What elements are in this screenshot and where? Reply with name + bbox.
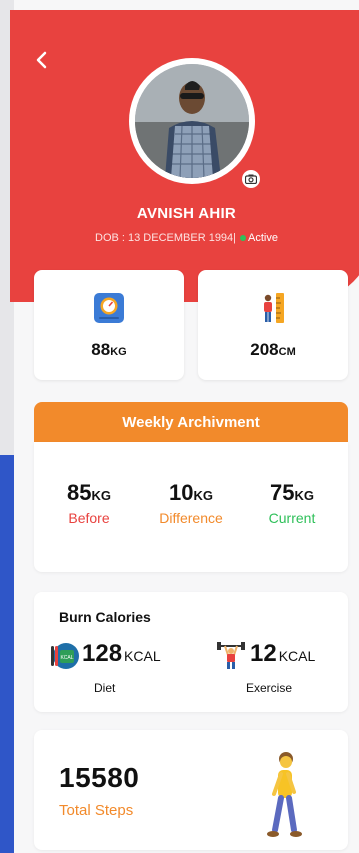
before-label: Before xyxy=(68,510,110,526)
profile-name: AVNISH AHIR xyxy=(136,205,237,222)
diet-calories-value: 128 KCAL xyxy=(82,640,161,667)
side-accent-stripe xyxy=(0,455,14,853)
current-stat: 75KG Current xyxy=(242,480,342,526)
profile-dob-line: DOB : 13 DECEMBER 1994| Active xyxy=(14,232,359,244)
height-value: 208CM xyxy=(250,340,296,359)
dob-text: DOB : 13 DECEMBER 1994 xyxy=(95,232,234,244)
before-stat: 85KG Before xyxy=(39,480,139,526)
diet-food-icon: KCAL xyxy=(51,643,79,669)
walking-person-icon xyxy=(267,752,302,837)
current-label: Current xyxy=(268,510,316,526)
height-card[interactable]: 208CM xyxy=(198,270,348,380)
svg-text:KCAL: KCAL xyxy=(60,655,73,661)
diet-label: Diet xyxy=(94,681,116,695)
status-text: Active xyxy=(248,232,278,244)
avatar[interactable] xyxy=(129,58,255,184)
profile-page: AVNISH AHIR DOB : 13 DECEMBER 1994| Activ… xyxy=(10,0,359,853)
dob-separator: | xyxy=(233,232,237,244)
weightlifter-icon xyxy=(217,642,245,669)
camera-icon[interactable] xyxy=(242,170,260,188)
steps-label: Total Steps xyxy=(59,802,134,819)
burn-calories-title: Burn Calories xyxy=(59,609,151,625)
difference-label: Difference xyxy=(159,510,223,526)
weight-value: 88KG xyxy=(91,340,127,359)
weighing-scale-icon xyxy=(94,293,124,323)
avatar-photo xyxy=(135,64,249,178)
active-status-dot xyxy=(240,234,247,241)
exercise-calories-value: 12 KCAL xyxy=(250,640,316,667)
weight-card[interactable]: 88KG xyxy=(34,270,184,380)
steps-card: 15580 Total Steps xyxy=(34,730,348,850)
back-arrow-icon[interactable] xyxy=(32,50,52,70)
height-measure-icon xyxy=(264,293,284,323)
exercise-label: Exercise xyxy=(246,681,293,695)
burn-calories-card: Burn Calories KCAL 128 KCAL Diet 12 KCAL E… xyxy=(34,592,348,712)
steps-value: 15580 xyxy=(59,762,140,793)
weekly-achievement-card: 85KG Before 10KG Difference 75KG Current xyxy=(34,442,348,572)
difference-stat: 10KG Difference xyxy=(141,480,241,526)
weekly-achievement-header: Weekly Archivment xyxy=(34,402,348,442)
